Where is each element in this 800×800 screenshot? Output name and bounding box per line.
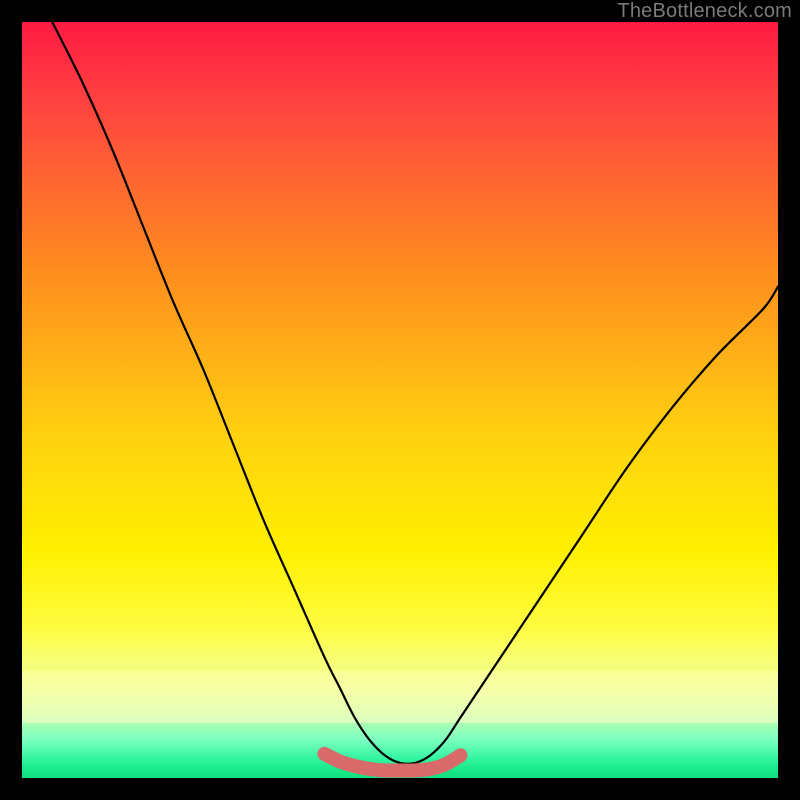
bottleneck-chart: TheBottleneck.com	[0, 0, 800, 800]
chart-border-left	[0, 0, 22, 800]
highlight-segment	[324, 754, 460, 771]
watermark-text: TheBottleneck.com	[617, 0, 792, 23]
chart-border-right	[778, 0, 800, 800]
main-curve	[52, 22, 778, 764]
chart-border-bottom	[0, 778, 800, 800]
chart-curve-layer	[0, 0, 800, 800]
